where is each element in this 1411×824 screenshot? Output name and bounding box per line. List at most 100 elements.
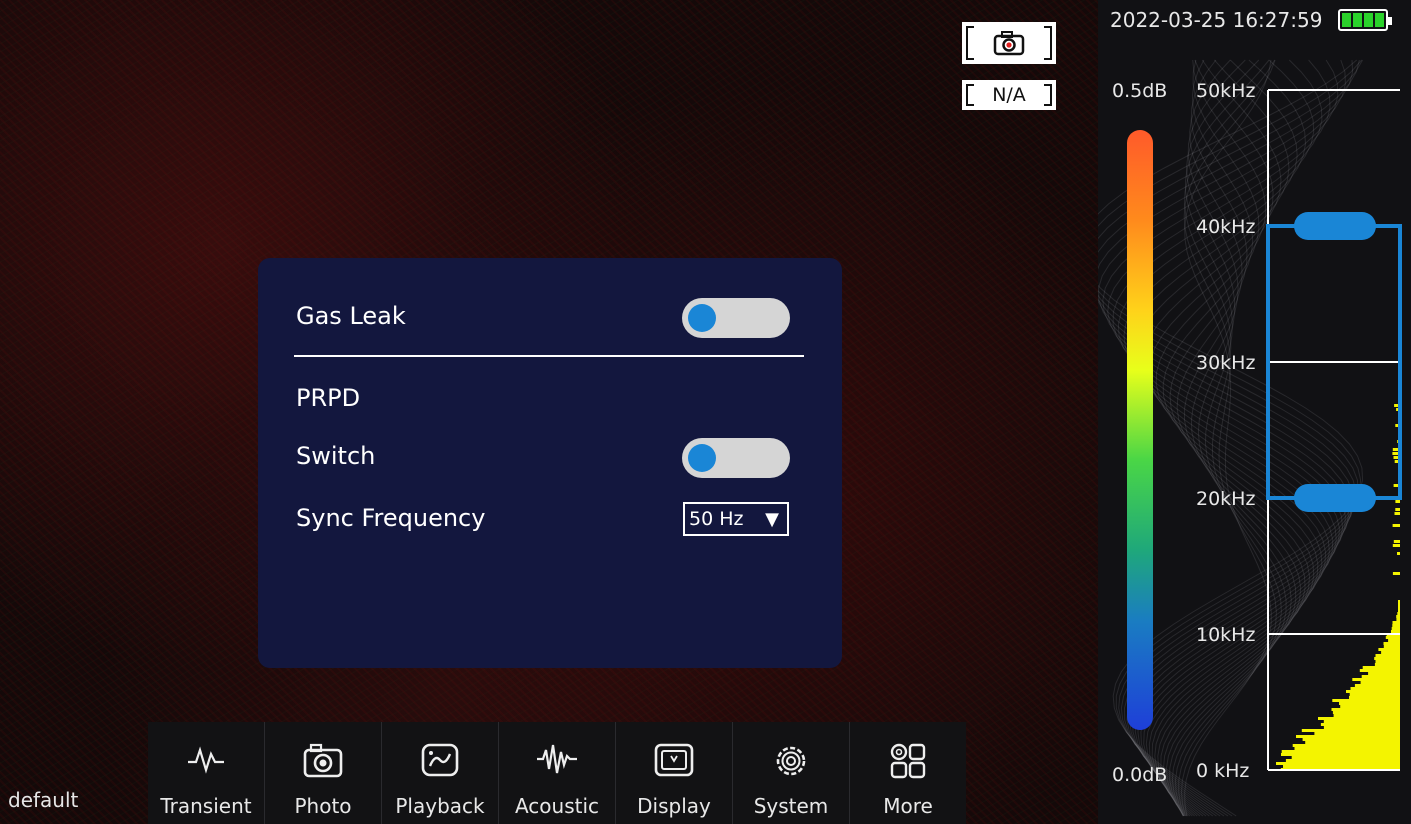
histogram-bar [1392,544,1400,547]
db-min-label: 0.0dB [1112,764,1168,786]
histogram-bar [1359,669,1400,672]
histogram-bar [1368,672,1400,675]
toolbar-item-system[interactable]: System [733,722,850,824]
histogram-bar [1361,675,1400,678]
freq-label: 0 kHz [1196,760,1250,782]
histogram-bar [1393,540,1400,543]
histogram-bar [1352,678,1400,681]
band-upper-handle[interactable] [1294,212,1376,240]
histogram-bar [1301,729,1400,732]
histogram-bar [1281,750,1400,753]
datetime: 2022-03-25 16:27:59 [1110,8,1323,32]
histogram-bar [1395,500,1400,503]
chevron-down-icon: ▼ [765,508,779,530]
histogram-bar [1385,636,1400,639]
spectrum-histogram [1276,404,1400,771]
histogram-bar [1396,618,1400,621]
toolbar-item-acoustic[interactable]: Acoustic [499,722,616,824]
histogram-bar [1396,615,1400,618]
histogram-bar [1339,702,1400,705]
histogram-bar [1362,666,1400,669]
histogram-bar [1331,708,1400,711]
histogram-bar [1375,654,1400,657]
camera-icon [303,743,343,778]
histogram-bar [1381,651,1400,654]
toolbar-item-transient[interactable]: Transient [148,722,265,824]
histogram-bar [1332,711,1400,714]
toolbar-label: Photo [294,794,352,818]
toolbar-label: Acoustic [514,794,600,818]
histogram-bar [1320,723,1400,726]
histogram-bar [1392,624,1400,627]
display-icon [654,743,694,777]
sync-frequency-select[interactable]: 50 Hz ▼ [683,502,789,536]
bottom-toolbar: Transient Photo Playback Acoustic Displa… [148,722,966,824]
histogram-bar [1291,756,1400,759]
divider [294,355,804,357]
settings-panel: Gas Leak PRPD Switch Sync Frequency 50 H… [258,258,842,668]
histogram-bar [1398,606,1400,609]
spectrum-panel: 2022-03-25 16:27:59 0.5dB 0.0dB 50kHz 40… [1098,0,1411,824]
histogram-bar [1388,639,1400,642]
histogram-bar [1283,765,1400,768]
toolbar-label: Display [637,794,711,818]
histogram-bar [1305,741,1400,744]
sync-frequency-label: Sync Frequency [296,504,486,532]
histogram-bar [1397,552,1400,555]
histogram-bar [1374,663,1400,666]
na-button[interactable]: N/A [962,80,1056,110]
gas-leak-label: Gas Leak [296,302,406,330]
histogram-bar [1302,738,1400,741]
band-lower-handle[interactable] [1294,484,1376,512]
toolbar-item-more[interactable]: More [850,722,966,824]
toolbar-item-photo[interactable]: Photo [265,722,382,824]
histogram-bar [1323,726,1400,729]
histogram-bar [1360,681,1400,684]
histogram-bar [1383,645,1400,648]
histogram-bar [1294,747,1400,750]
freq-label: 10kHz [1196,624,1256,646]
prpd-switch-toggle[interactable] [682,438,790,478]
histogram-bar [1392,524,1400,527]
capture-button[interactable] [962,22,1056,64]
battery-icon [1338,9,1392,31]
histogram-bar [1392,621,1400,624]
histogram-bar [1395,508,1400,511]
histogram-bar [1332,699,1400,702]
sync-frequency-value: 50 Hz [689,508,744,530]
acoustic-wave-icon [537,744,577,774]
switch-label: Switch [296,442,376,470]
histogram-bar [1276,762,1400,765]
histogram-bar [1391,627,1400,630]
waveform-icon [188,746,224,774]
histogram-bar [1391,630,1400,633]
toolbar-label: Transient [160,794,252,818]
histogram-bar [1398,609,1400,612]
playback-icon [421,743,459,777]
histogram-bar [1349,696,1400,699]
toolbar-item-display[interactable]: Display [616,722,733,824]
freq-label: 20kHz [1196,488,1256,510]
histogram-bar [1397,612,1400,615]
histogram-bar [1350,687,1400,690]
histogram-bar [1323,720,1400,723]
histogram-bar [1292,744,1400,747]
histogram-bar [1398,603,1400,606]
prpd-heading: PRPD [296,384,361,412]
color-scale-bar [1127,130,1153,730]
histogram-bar [1281,753,1400,756]
histogram-bar [1392,572,1400,575]
profile-label: default [8,788,79,812]
toolbar-label: Playback [395,794,485,818]
toolbar-item-playback[interactable]: Playback [382,722,499,824]
freq-label: 30kHz [1196,352,1256,374]
waveform-line [1135,59,1330,817]
toolbar-label: System [753,794,829,818]
gas-leak-toggle[interactable] [682,298,790,338]
histogram-bar [1375,660,1400,663]
histogram-bar [1296,735,1400,738]
histogram-bar [1398,600,1400,603]
histogram-bar [1318,717,1400,720]
toggle-knob [688,304,716,332]
histogram-bar [1374,657,1400,660]
